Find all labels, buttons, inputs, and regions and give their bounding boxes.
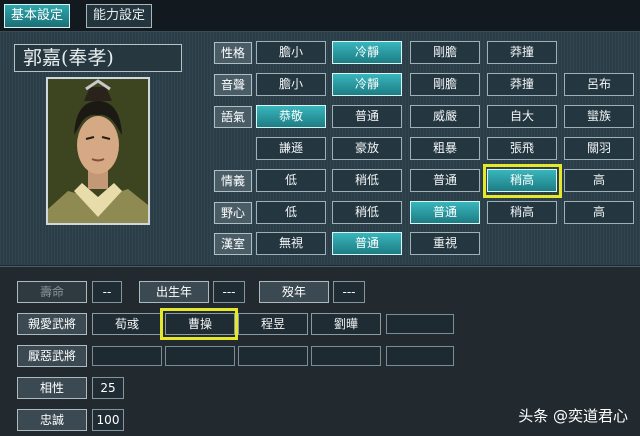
tone-option-rough[interactable]: 粗暴 [410,137,480,160]
disliked-general-slot-1[interactable] [92,346,162,366]
loyalty-feel-option-somewhat-high[interactable]: 稍高 [487,169,557,192]
row-label-voice: 音聲 [214,74,252,96]
favored-general-slot-1[interactable]: 荀彧 [92,313,162,335]
officer-portrait [46,77,150,225]
loyalty-feel-option-high[interactable]: 高 [564,169,634,192]
ambition-option-low[interactable]: 低 [256,201,326,224]
birth-year-label: 出生年 [139,281,209,303]
lifespan-button[interactable]: 壽命 [17,281,87,303]
row-label-ambition: 野心 [214,202,252,224]
tone-option-guanyu[interactable]: 關羽 [564,137,634,160]
han-option-value[interactable]: 重視 [410,232,480,255]
loyalty-button[interactable]: 忠誠 [17,409,87,431]
ambition-option-somewhat-low[interactable]: 稍低 [332,201,402,224]
compatibility-button[interactable]: 相性 [17,377,87,399]
voice-option-timid[interactable]: 膽小 [256,73,326,96]
loyalty-feel-option-low[interactable]: 低 [256,169,326,192]
disliked-generals-button[interactable]: 厭惡武將 [17,345,87,367]
favored-generals-button[interactable]: 親愛武將 [17,313,87,335]
watermark-text: 头条 @奕道君心 [518,407,628,425]
voice-option-brave[interactable]: 剛膽 [410,73,480,96]
favored-general-slot-3[interactable]: 程昱 [238,313,308,335]
ambition-option-somewhat-high[interactable]: 稍高 [487,201,557,224]
disliked-general-slot-3[interactable] [238,346,308,366]
ambition-option-high[interactable]: 高 [564,201,634,224]
disliked-general-slot-2[interactable] [165,346,235,366]
tone-option-bold[interactable]: 豪放 [332,137,402,160]
loyalty-feel-option-normal[interactable]: 普通 [410,169,480,192]
loyalty-feel-option-somewhat-low[interactable]: 稍低 [332,169,402,192]
row-label-han: 漢室 [214,233,252,255]
officer-name: 郭嘉(奉孝) [14,44,182,72]
tone-option-humble[interactable]: 謙遜 [256,137,326,160]
personality-option-calm[interactable]: 冷靜 [332,41,402,64]
disliked-general-slot-5[interactable] [386,346,454,366]
voice-option-calm[interactable]: 冷靜 [332,73,402,96]
tone-option-normal[interactable]: 普通 [332,105,402,128]
tab-ability-settings[interactable]: 能力設定 [86,4,153,28]
relations-panel: 壽命 -- 出生年 --- 歿年 --- 親愛武將 荀彧 曹操 程昱 劉曄 厭惡… [0,266,640,436]
row-label-personality: 性格 [214,42,252,64]
lifespan-value: -- [92,281,122,303]
loyalty-value[interactable]: 100 [92,409,124,431]
favored-general-slot-2[interactable]: 曹操 [165,313,235,335]
row-label-tone: 語氣 [214,106,252,128]
tone-option-barbarian[interactable]: 蠻族 [564,105,634,128]
tab-basic-settings[interactable]: 基本設定 [4,4,71,28]
personality-option-brave[interactable]: 剛膽 [410,41,480,64]
personality-option-reckless[interactable]: 莽撞 [487,41,557,64]
birth-year-value[interactable]: --- [213,281,245,303]
voice-option-lubu[interactable]: 呂布 [564,73,634,96]
portrait-image [48,79,148,223]
personality-option-timid[interactable]: 膽小 [256,41,326,64]
tone-option-dignified[interactable]: 威嚴 [410,105,480,128]
tone-option-zhangfei[interactable]: 張飛 [487,137,557,160]
death-year-label: 歿年 [259,281,329,303]
row-label-loyalty-feel: 情義 [214,170,252,192]
tone-option-respectful[interactable]: 恭敬 [256,105,326,128]
favored-general-slot-4[interactable]: 劉曄 [311,313,381,335]
voice-option-reckless[interactable]: 莽撞 [487,73,557,96]
disliked-general-slot-4[interactable] [311,346,381,366]
top-tab-bar: 基本設定 能力設定 [0,0,640,32]
favored-general-slot-5[interactable] [386,314,454,334]
tone-option-arrogant[interactable]: 自大 [487,105,557,128]
death-year-value[interactable]: --- [333,281,365,303]
han-option-normal[interactable]: 普通 [332,232,402,255]
compatibility-value[interactable]: 25 [92,377,124,399]
ambition-option-normal[interactable]: 普通 [410,201,480,224]
han-option-ignore[interactable]: 無視 [256,232,326,255]
trait-panel: 郭嘉(奉孝) 性格 膽小 冷靜 剛膽 莽撞 音聲 膽小 冷靜 剛膽 莽撞 呂布 … [0,32,640,265]
